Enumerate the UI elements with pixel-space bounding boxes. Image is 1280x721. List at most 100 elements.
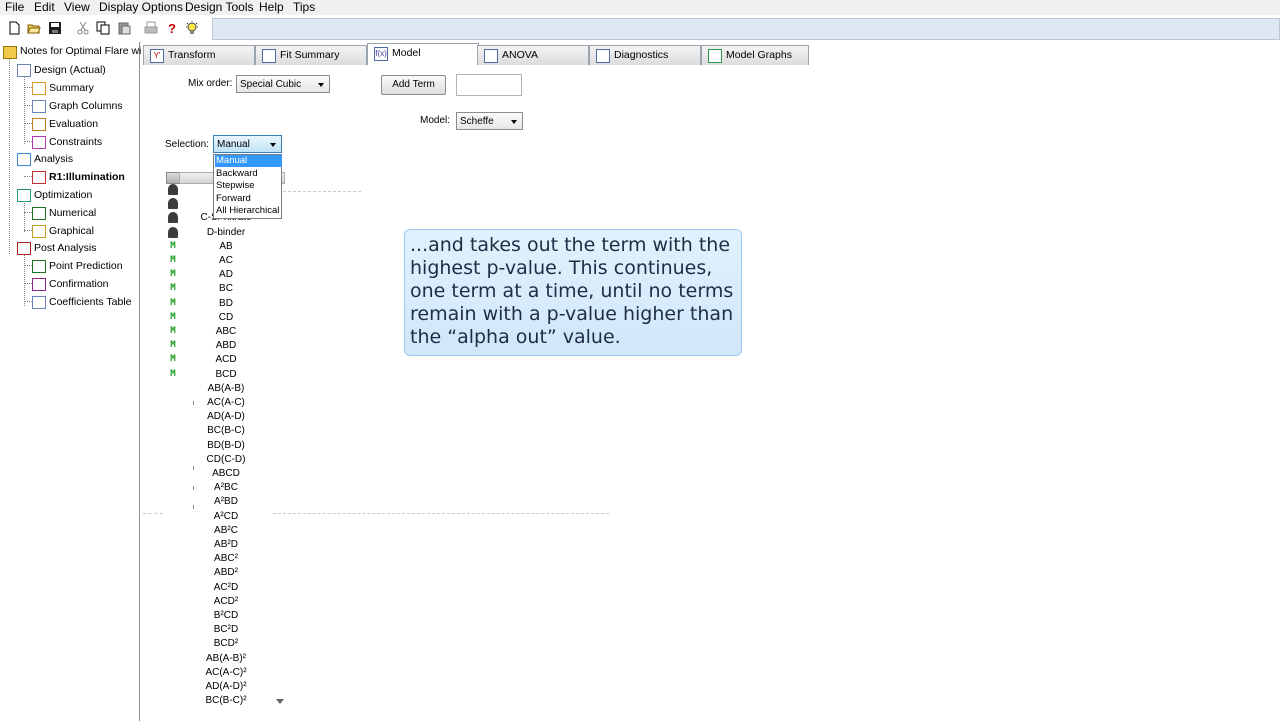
- help-icon[interactable]: ?: [165, 21, 179, 35]
- table-row[interactable]: BC(B-C): [166, 424, 273, 438]
- term-label: AD(A-D): [207, 411, 245, 423]
- term-label: CD(C-D): [206, 453, 246, 465]
- table-row[interactable]: B²CD: [166, 609, 273, 623]
- chevron-down-icon: [511, 120, 517, 124]
- tree-design[interactable]: Design (Actual): [34, 63, 106, 77]
- table-row[interactable]: BC²D: [166, 623, 273, 637]
- table-row[interactable]: D-binder: [166, 226, 273, 240]
- tree-point-prediction[interactable]: Point Prediction: [49, 259, 123, 273]
- tree-graphical[interactable]: Graphical: [49, 224, 94, 238]
- tree-graph-columns[interactable]: Graph Columns: [49, 99, 123, 113]
- table-row[interactable]: CD(C-D): [166, 453, 273, 467]
- table-row[interactable]: BC(B-C)²: [166, 694, 273, 708]
- table-row[interactable]: ACD²: [166, 595, 273, 609]
- selection-option[interactable]: Stepwise: [215, 180, 282, 192]
- cut-icon[interactable]: [76, 21, 90, 35]
- tree-confirmation[interactable]: Confirmation: [49, 277, 109, 291]
- tab-fit-summary[interactable]: Fit Summary: [255, 45, 367, 65]
- table-row[interactable]: A²CD: [166, 510, 273, 524]
- tree-analysis[interactable]: Analysis: [34, 152, 73, 166]
- model-select[interactable]: Scheffe: [456, 112, 523, 130]
- term-label: BD(B-D): [207, 439, 245, 451]
- new-icon[interactable]: [7, 21, 21, 35]
- table-row[interactable]: ABC²: [166, 552, 273, 566]
- tree-constraints[interactable]: Constraints: [49, 135, 102, 149]
- table-row[interactable]: A²BC: [166, 481, 273, 495]
- selection-select[interactable]: Manual: [213, 135, 282, 153]
- selection-dropdown: Manual Backward Stepwise Forward All Hierarc…: [213, 154, 282, 219]
- print-icon[interactable]: [144, 21, 158, 35]
- confirmation-icon: [32, 278, 46, 291]
- term-label: AB: [219, 240, 233, 252]
- table-row[interactable]: AD(A-D)²: [166, 680, 273, 694]
- tree-r1-illumination[interactable]: R1:Illumination: [49, 170, 125, 184]
- menu-file[interactable]: File: [5, 0, 24, 14]
- tab-anova[interactable]: ANOVA: [477, 45, 589, 65]
- tree-post-analysis[interactable]: Post Analysis: [34, 241, 96, 255]
- menu-edit[interactable]: Edit: [34, 0, 55, 14]
- tab-transform[interactable]: Y' Transform: [143, 45, 255, 65]
- paste-icon[interactable]: [117, 21, 131, 35]
- tree-evaluation[interactable]: Evaluation: [49, 117, 98, 131]
- table-row[interactable]: M ACD: [166, 353, 273, 367]
- term-label: BD: [219, 297, 233, 309]
- open-icon[interactable]: [27, 21, 41, 35]
- table-row[interactable]: AB²D: [166, 538, 273, 552]
- tab-model-graphs[interactable]: Model Graphs: [701, 45, 809, 65]
- tree-optimization[interactable]: Optimization: [34, 188, 92, 202]
- table-row[interactable]: BCD²: [166, 637, 273, 651]
- model-icon: f(x): [374, 47, 388, 61]
- table-row[interactable]: ABD²: [166, 566, 273, 580]
- menu-view[interactable]: View: [64, 0, 90, 14]
- menu-tips[interactable]: Tips: [293, 0, 315, 14]
- list-tick: [193, 505, 194, 509]
- term-label: ABC: [215, 326, 237, 337]
- selection-option[interactable]: Manual: [215, 155, 282, 167]
- tree-numerical[interactable]: Numerical: [49, 206, 96, 220]
- selection-option[interactable]: Backward: [215, 168, 282, 180]
- table-row[interactable]: M AC: [166, 254, 273, 268]
- copy-icon[interactable]: [96, 21, 110, 35]
- mix-order-select[interactable]: Special Cubic: [236, 75, 330, 93]
- table-row[interactable]: M AB: [166, 240, 273, 254]
- table-row[interactable]: AC²D: [166, 581, 273, 595]
- point-prediction-icon: [32, 260, 46, 273]
- table-row[interactable]: AB²C: [166, 524, 273, 538]
- transform-icon: Y': [150, 49, 164, 63]
- table-row[interactable]: AB(A-B)²: [166, 652, 273, 666]
- scroll-down-icon[interactable]: [276, 699, 284, 705]
- selection-option[interactable]: Forward: [215, 193, 282, 205]
- callout-note: ...and takes out the term with the highe…: [404, 229, 742, 356]
- menu-help[interactable]: Help: [259, 0, 284, 14]
- model-panel: [141, 65, 1280, 721]
- tab-model[interactable]: f(x) Model: [367, 43, 479, 65]
- save-icon[interactable]: [48, 21, 62, 35]
- add-term-button[interactable]: Add Term: [381, 75, 446, 95]
- table-row[interactable]: AC(A-C)²: [166, 666, 273, 680]
- tip-icon[interactable]: [185, 21, 199, 35]
- tab-bar: Y' Transform Fit Summary f(x) Model ANOV…: [141, 42, 1280, 65]
- table-row[interactable]: M BD: [166, 297, 273, 311]
- table-row[interactable]: AB(A-B): [166, 382, 273, 396]
- table-row[interactable]: M AD: [166, 268, 273, 282]
- summary-icon: [32, 82, 46, 95]
- table-row[interactable]: M BC: [166, 282, 273, 296]
- tree-coefficients-table[interactable]: Coefficients Table: [49, 295, 132, 309]
- table-row[interactable]: AC(A-C): [166, 396, 273, 410]
- table-row[interactable]: M CD: [166, 311, 273, 325]
- table-row[interactable]: M ABD: [166, 339, 273, 353]
- table-row[interactable]: A²BD: [166, 495, 273, 509]
- menu-design-tools[interactable]: Design Tools: [185, 0, 253, 14]
- selection-option[interactable]: All Hierarchical: [215, 205, 282, 217]
- menu-display-options[interactable]: Display Options: [99, 0, 183, 14]
- table-row[interactable]: BD(B-D): [166, 439, 273, 453]
- table-row[interactable]: AD(A-D): [166, 410, 273, 424]
- table-row[interactable]: M ABC: [166, 325, 273, 339]
- tree-root[interactable]: Notes for Optimal Flare wit: [20, 44, 144, 58]
- table-row[interactable]: M BCD: [166, 368, 273, 382]
- table-row[interactable]: ABCD: [166, 467, 273, 481]
- tab-diagnostics[interactable]: Diagnostics: [589, 45, 701, 65]
- term-label: A²BD: [214, 496, 238, 508]
- add-term-input[interactable]: [456, 74, 522, 96]
- tree-summary[interactable]: Summary: [49, 81, 94, 95]
